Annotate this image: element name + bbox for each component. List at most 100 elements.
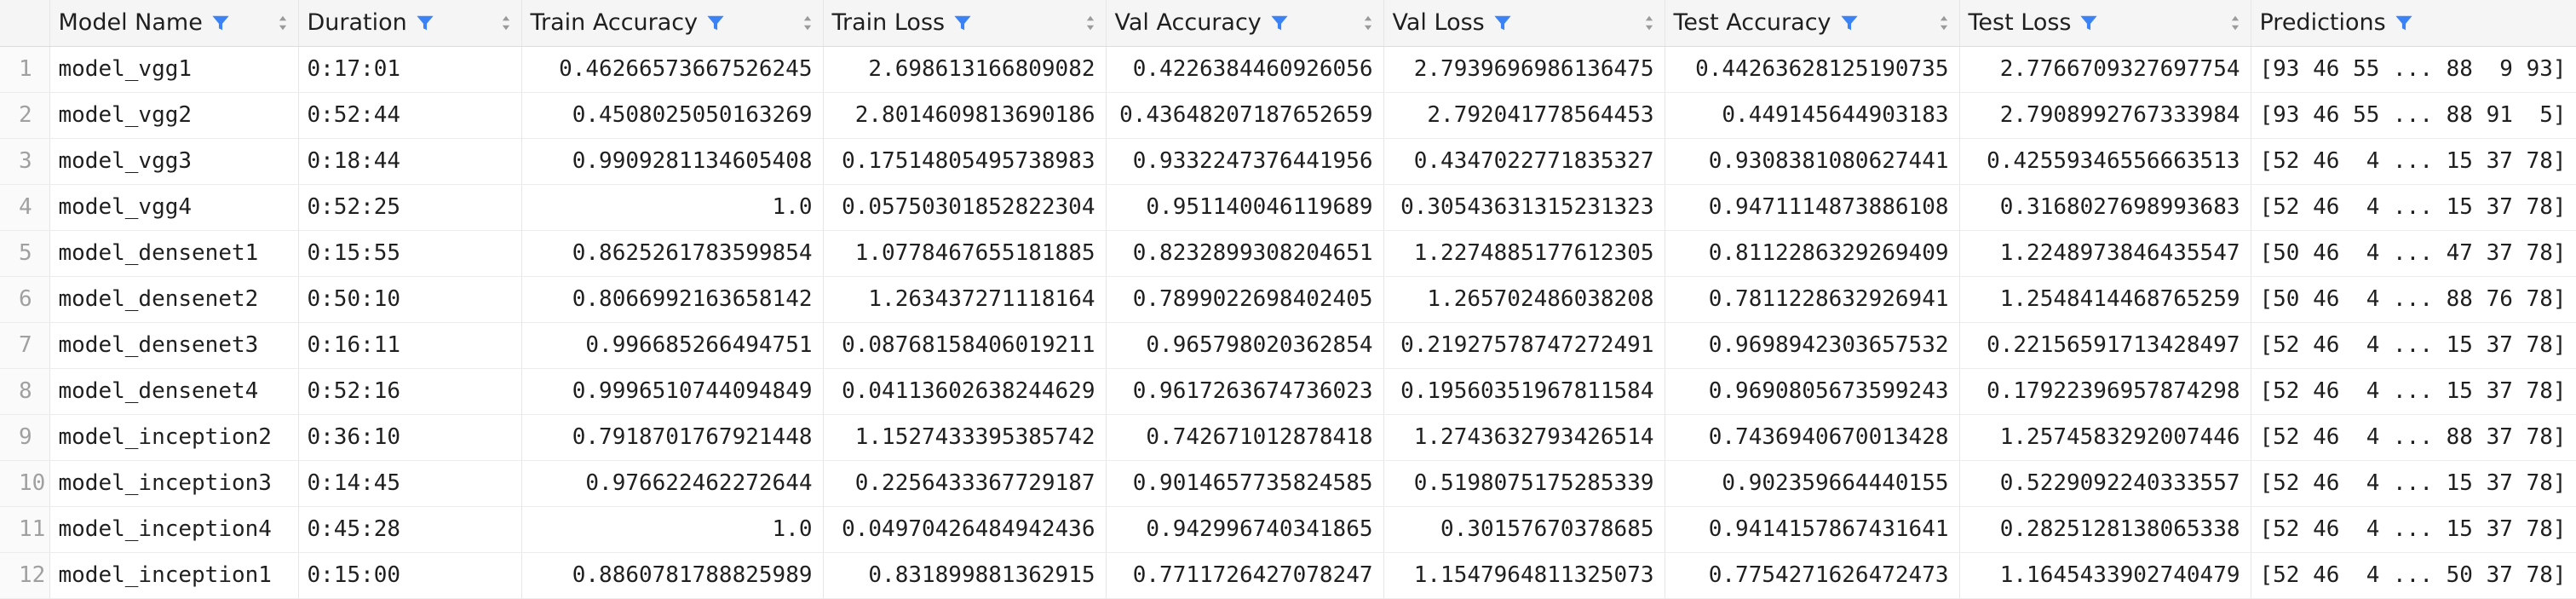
table-cell[interactable]: 0.46266573667526245 [521, 46, 824, 93]
table-cell[interactable]: 0.942996740341865 [1106, 506, 1384, 553]
table-cell[interactable]: 0.9617263674736023 [1106, 368, 1384, 415]
table-cell[interactable]: 1.1547964811325073 [1383, 552, 1665, 599]
table-cell[interactable]: 0.08768158406019211 [823, 322, 1107, 369]
table-cell[interactable]: 0.9690805673599243 [1665, 368, 1960, 415]
sort-arrows-icon[interactable] [1363, 14, 1373, 32]
table-cell[interactable]: model_densenet4 [49, 368, 299, 415]
table-cell[interactable]: 0.9014657735824585 [1106, 460, 1384, 507]
filter-funnel-icon[interactable] [2079, 14, 2098, 32]
table-cell[interactable]: 0.9471114873886108 [1665, 184, 1960, 231]
table-cell[interactable]: 0:15:55 [298, 230, 522, 277]
table-cell[interactable]: 0.43648207187652659 [1106, 92, 1384, 139]
table-cell[interactable]: 0.19560351967811584 [1383, 368, 1665, 415]
table-cell[interactable]: [50 46 4 ... 47 37 78] [2251, 230, 2576, 277]
column-header[interactable]: Val Accuracy [1106, 0, 1384, 47]
table-cell[interactable]: 0.951140046119689 [1106, 184, 1384, 231]
filter-funnel-icon[interactable] [706, 14, 725, 32]
table-row[interactable]: 3 model_vgg3 0:18:44 0.9909281134605408 0.17… [0, 138, 2576, 185]
table-cell[interactable]: 0.8066992163658142 [521, 276, 824, 323]
table-cell[interactable]: 1.2248973846435547 [1959, 230, 2251, 277]
table-cell[interactable]: 1.0 [521, 506, 824, 553]
table-cell[interactable]: model_vgg4 [49, 184, 299, 231]
table-cell[interactable]: model_inception3 [49, 460, 299, 507]
table-cell[interactable]: 0.4508025050163269 [521, 92, 824, 139]
table-cell[interactable]: 0.7811228632926941 [1665, 276, 1960, 323]
filter-funnel-icon[interactable] [953, 14, 972, 32]
column-header[interactable]: Model Name [49, 0, 299, 47]
table-cell[interactable]: 0:17:01 [298, 46, 522, 93]
table-cell[interactable]: 0.3168027698993683 [1959, 184, 2251, 231]
table-cell[interactable]: 0.17922396957874298 [1959, 368, 2251, 415]
table-cell[interactable]: 1.263437271118164 [823, 276, 1107, 323]
table-cell[interactable]: [93 46 55 ... 88 91 5] [2251, 92, 2576, 139]
table-cell[interactable]: 0.9332247376441956 [1106, 138, 1384, 185]
table-row[interactable]: 4 model_vgg4 0:52:25 1.0 0.05750301852822304… [0, 184, 2576, 231]
table-cell[interactable]: 0.5198075175285339 [1383, 460, 1665, 507]
column-header[interactable]: Val Loss [1383, 0, 1665, 47]
column-header[interactable]: Test Loss [1959, 0, 2251, 47]
table-cell[interactable]: 0.7754271626472473 [1665, 552, 1960, 599]
table-cell[interactable]: [52 46 4 ... 88 37 78] [2251, 414, 2576, 461]
table-cell[interactable]: 1.2574583292007446 [1959, 414, 2251, 461]
table-cell[interactable]: 0.9996510744094849 [521, 368, 824, 415]
sort-arrows-icon[interactable] [2230, 14, 2240, 32]
table-cell[interactable]: 2.8014609813690186 [823, 92, 1107, 139]
table-cell[interactable]: 0.7918701767921448 [521, 414, 824, 461]
table-cell[interactable]: 2.7908992767333984 [1959, 92, 2251, 139]
table-cell[interactable]: model_vgg1 [49, 46, 299, 93]
sort-arrows-icon[interactable] [1085, 14, 1095, 32]
table-cell[interactable]: 0.7899022698402405 [1106, 276, 1384, 323]
table-cell[interactable]: 0:16:11 [298, 322, 522, 369]
filter-funnel-icon[interactable] [416, 14, 434, 32]
table-row[interactable]: 10 model_inception3 0:14:45 0.9766224622726… [0, 460, 2576, 507]
table-cell[interactable]: 0.976622462272644 [521, 460, 824, 507]
table-cell[interactable]: 1.265702486038208 [1383, 276, 1665, 323]
table-row[interactable]: 5 model_densenet1 0:15:55 0.862526178359985… [0, 230, 2576, 277]
sort-arrows-icon[interactable] [501, 14, 511, 32]
table-cell[interactable]: 0:36:10 [298, 414, 522, 461]
table-cell[interactable]: 0:18:44 [298, 138, 522, 185]
table-cell[interactable]: 0:52:16 [298, 368, 522, 415]
table-cell[interactable]: 0:15:00 [298, 552, 522, 599]
table-cell[interactable]: 0.30157670378685 [1383, 506, 1665, 553]
table-cell[interactable]: 2.698613166809082 [823, 46, 1107, 93]
table-row[interactable]: 1 model_vgg1 0:17:01 0.46266573667526245 2.6… [0, 46, 2576, 93]
table-cell[interactable]: 0.42559346556663513 [1959, 138, 2251, 185]
table-cell[interactable]: 0.9909281134605408 [521, 138, 824, 185]
table-cell[interactable]: 1.0778467655181885 [823, 230, 1107, 277]
filter-funnel-icon[interactable] [2395, 14, 2413, 32]
table-cell[interactable]: [93 46 55 ... 88 9 93] [2251, 46, 2576, 93]
table-cell[interactable]: 0.9698942303657532 [1665, 322, 1960, 369]
sort-arrows-icon[interactable] [802, 14, 813, 32]
sort-arrows-icon[interactable] [278, 14, 288, 32]
table-cell[interactable]: 0.8112286329269409 [1665, 230, 1960, 277]
table-cell[interactable]: 0:14:45 [298, 460, 522, 507]
table-cell[interactable]: 1.2548414468765259 [1959, 276, 2251, 323]
table-cell[interactable]: 0.4226384460926056 [1106, 46, 1384, 93]
table-cell[interactable]: 0.5229092240333557 [1959, 460, 2251, 507]
table-cell[interactable]: model_densenet3 [49, 322, 299, 369]
table-cell[interactable]: 0.30543631315231323 [1383, 184, 1665, 231]
table-cell[interactable]: 0.449145644903183 [1665, 92, 1960, 139]
column-header[interactable]: Predictions [2251, 0, 2576, 47]
table-cell[interactable]: 0.7711726427078247 [1106, 552, 1384, 599]
table-cell[interactable]: 0:45:28 [298, 506, 522, 553]
table-cell[interactable]: 1.2274885177612305 [1383, 230, 1665, 277]
table-cell[interactable]: 0.17514805495738983 [823, 138, 1107, 185]
table-cell[interactable]: [52 46 4 ... 15 37 78] [2251, 506, 2576, 553]
table-cell[interactable]: 0:52:25 [298, 184, 522, 231]
table-cell[interactable]: model_densenet2 [49, 276, 299, 323]
table-cell[interactable]: [52 46 4 ... 50 37 78] [2251, 552, 2576, 599]
table-cell[interactable]: 0.04970426484942436 [823, 506, 1107, 553]
table-cell[interactable]: 0.04113602638244629 [823, 368, 1107, 415]
table-cell[interactable]: model_inception4 [49, 506, 299, 553]
table-cell[interactable]: [52 46 4 ... 15 37 78] [2251, 184, 2576, 231]
table-cell[interactable]: 2.7939696986136475 [1383, 46, 1665, 93]
table-row[interactable]: 11 model_inception4 0:45:28 1.0 0.0497042648… [0, 506, 2576, 553]
table-cell[interactable]: 0.7436940670013428 [1665, 414, 1960, 461]
table-row[interactable]: 2 model_vgg2 0:52:44 0.4508025050163269 2.80… [0, 92, 2576, 139]
filter-funnel-icon[interactable] [1840, 14, 1859, 32]
table-cell[interactable]: 0.965798020362854 [1106, 322, 1384, 369]
table-cell[interactable]: 0.22156591713428497 [1959, 322, 2251, 369]
sort-arrows-icon[interactable] [1644, 14, 1654, 32]
